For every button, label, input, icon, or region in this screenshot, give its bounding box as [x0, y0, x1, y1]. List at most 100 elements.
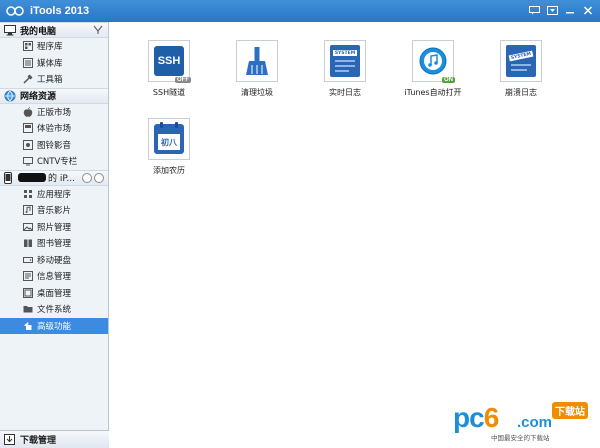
- sidebar-item-media-library[interactable]: 媒体库: [0, 55, 108, 72]
- calendar-icon-text: 初八: [161, 137, 177, 147]
- main-panel: SSH OFF SSH隧道 清理垃圾 SYSTEM 实时日志 ON iTunes…: [110, 22, 600, 448]
- feedback-icon[interactable]: [526, 3, 542, 17]
- section-online[interactable]: 网络资源: [0, 87, 108, 104]
- sidebar-item-label: 应用程序: [37, 189, 72, 200]
- sidebar-item-trial-market[interactable]: 体验市场: [0, 120, 108, 137]
- tile-crash-log[interactable]: SYSTEM 崩溃日志: [491, 40, 551, 110]
- sidebar-item-label: 信息管理: [37, 272, 72, 283]
- toolbox-icon: [22, 74, 33, 85]
- tile-label: 添加农历: [153, 166, 185, 175]
- sidebar-item-photos[interactable]: 照片管理: [0, 219, 108, 236]
- sidebar-item-label: 音乐影片: [37, 206, 72, 217]
- sidebar-item-label: 媒体库: [37, 58, 63, 69]
- media-icon: [22, 139, 33, 150]
- globe-icon: [4, 90, 16, 102]
- tile-itunes-autoopen[interactable]: ON iTunes自动打开: [403, 40, 463, 110]
- device-header[interactable]: 的 iP...: [0, 169, 108, 186]
- itunes-on-badge: ON: [442, 77, 455, 83]
- sidebar-item-label: 图书管理: [37, 239, 72, 250]
- sidebar-item-label: 文件系统: [37, 305, 72, 316]
- sidebar-item-label: 正版市场: [37, 107, 72, 118]
- redacted-device-name: [18, 173, 46, 182]
- sidebar-item-music[interactable]: 音乐影片: [0, 202, 108, 219]
- section-online-label: 网络资源: [20, 92, 57, 102]
- app-library-icon: [22, 41, 33, 52]
- pc6-watermark: pc6 .com 下载站 中国最安全的下载站: [453, 402, 588, 442]
- section-my-computer[interactable]: 我的电脑: [0, 22, 108, 38]
- sidebar-item-app-library[interactable]: 程序库: [0, 38, 108, 55]
- tile-label: 实时日志: [329, 88, 361, 97]
- device-settings-icon[interactable]: [82, 172, 92, 183]
- ssh-icon: SSH OFF: [148, 40, 191, 83]
- computer-icon: [4, 24, 16, 36]
- download-icon: [4, 433, 16, 446]
- sidebar-item-disk[interactable]: 移动硬盘: [0, 252, 108, 269]
- desktop-icon: [22, 287, 33, 298]
- watermark-logo: pc6: [453, 402, 499, 433]
- download-manager-label: 下载管理: [20, 436, 57, 446]
- tile-realtime-log[interactable]: SYSTEM 实时日志: [315, 40, 375, 110]
- music-icon: [22, 205, 33, 216]
- tile-label: 崩溃日志: [505, 88, 537, 97]
- tile-add-lunar-calendar[interactable]: 初八 添加农历: [139, 118, 199, 188]
- tile-label: iTunes自动打开: [404, 88, 462, 97]
- sidebar-item-apps[interactable]: 应用程序: [0, 186, 108, 203]
- sidebar-item-toolbox[interactable]: 工具箱: [0, 71, 108, 88]
- media-library-icon: [22, 57, 33, 68]
- tile-label: SSH隧道: [152, 88, 186, 97]
- tile-label: 清理垃圾: [241, 88, 273, 97]
- photo-icon: [22, 221, 33, 232]
- crash-log-icon-text: SYSTEM: [510, 51, 532, 61]
- sidebar-item-messages[interactable]: 信息管理: [0, 268, 108, 285]
- close-icon[interactable]: [580, 3, 596, 17]
- sidebar-item-media[interactable]: 图铃影音: [0, 137, 108, 154]
- sidebar-item-advanced[interactable]: 高级功能: [0, 317, 108, 334]
- sidebar-item-cntv[interactable]: CNTV专栏: [0, 153, 108, 170]
- sidebar-item-label: 工具箱: [37, 75, 63, 86]
- device-name-label: 的 iP...: [48, 174, 75, 184]
- title-bar: iTools 2013: [0, 0, 600, 22]
- apple-icon: [22, 106, 33, 117]
- itools-logo-icon: [6, 4, 24, 18]
- apps-icon: [22, 188, 33, 199]
- sidebar-item-label: 体验市场: [37, 124, 72, 135]
- sidebar-item-label: 高级功能: [37, 321, 72, 332]
- sidebar-item-label: 照片管理: [37, 222, 72, 233]
- minimize-icon[interactable]: [562, 3, 578, 17]
- sidebar-item-label: 程序库: [37, 42, 63, 53]
- sidebar-item-app-store[interactable]: 正版市场: [0, 104, 108, 121]
- download-manager[interactable]: 下载管理: [0, 430, 109, 448]
- sidebar-item-filesystem[interactable]: 文件系统: [0, 301, 108, 318]
- sidebar-item-label: 桌面管理: [37, 288, 72, 299]
- tile-ssh-tunnel[interactable]: SSH OFF SSH隧道: [139, 40, 199, 110]
- sidebar-item-label: 图铃影音: [37, 140, 72, 151]
- sidebar-item-books[interactable]: 图书管理: [0, 235, 108, 252]
- iphone-icon: [4, 171, 14, 184]
- section-my-computer-label: 我的电脑: [20, 26, 57, 37]
- watermark-domain: .com: [517, 414, 553, 431]
- tile-clean-junk[interactable]: 清理垃圾: [227, 40, 287, 110]
- tv-icon: [22, 156, 33, 167]
- store-icon: [22, 123, 33, 134]
- ssh-icon-text: SSH: [157, 55, 181, 67]
- message-icon: [22, 271, 33, 282]
- calendar-icon: 初八: [148, 118, 190, 160]
- book-icon: [22, 238, 33, 249]
- folder-icon: [22, 304, 33, 315]
- collapse-icon[interactable]: [93, 25, 103, 38]
- sidebar: 我的电脑 程序库 媒体库 工具箱 网络资源 正版市场 体验市场 图铃影音 CNT…: [0, 22, 109, 448]
- disk-icon: [22, 254, 33, 265]
- menu-icon[interactable]: [544, 3, 560, 17]
- itunes-icon: ON: [412, 40, 455, 83]
- advanced-icon: [22, 320, 33, 331]
- sidebar-item-label: 移动硬盘: [37, 255, 72, 266]
- broom-icon: [236, 40, 278, 82]
- crash-log-icon: SYSTEM: [500, 40, 542, 82]
- system-log-icon-text: SYSTEM: [334, 50, 356, 56]
- sidebar-item-label: CNTV专栏: [37, 157, 78, 168]
- watermark-badge: 下载站: [552, 402, 588, 419]
- device-eject-icon[interactable]: [94, 172, 104, 183]
- sidebar-item-desktop[interactable]: 桌面管理: [0, 285, 108, 302]
- system-log-icon: SYSTEM: [324, 40, 366, 82]
- app-title: iTools 2013: [30, 5, 90, 17]
